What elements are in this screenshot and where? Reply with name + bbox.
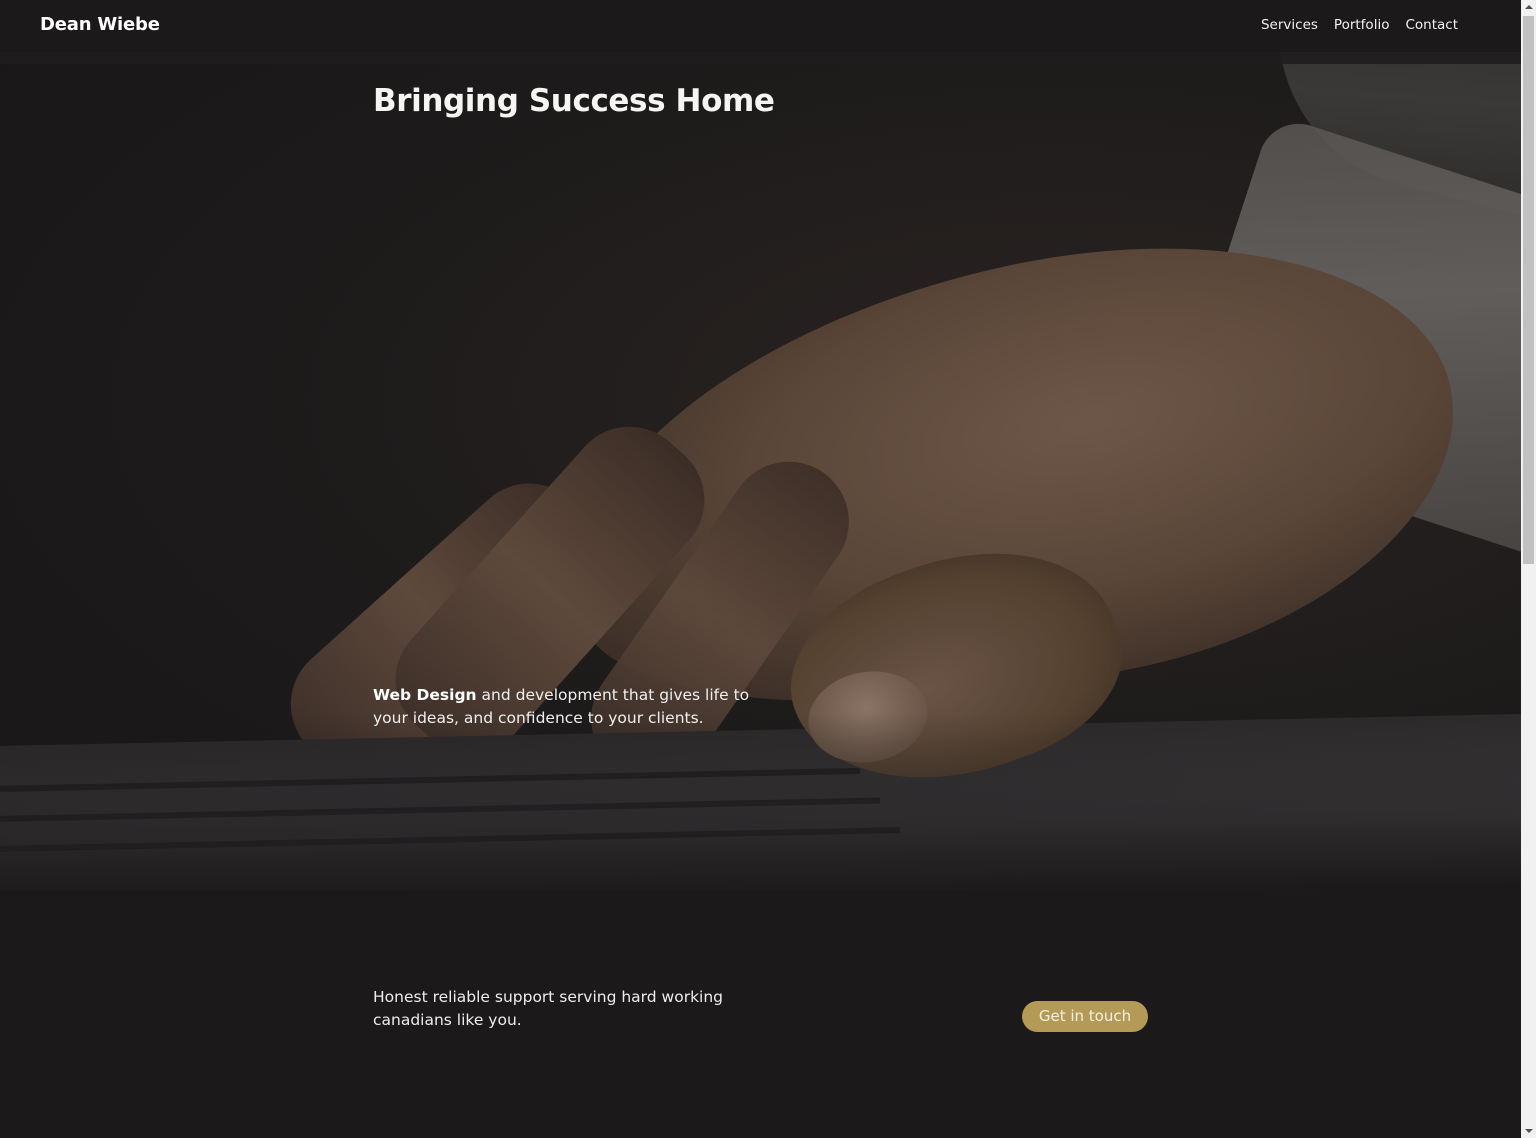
page: Dean Wiebe Services Portfolio Contact Br…	[0, 0, 1521, 1138]
hero-tagline: Web Design and development that gives li…	[373, 684, 763, 730]
cta-section: Honest reliable support serving hard wor…	[0, 890, 1521, 1138]
nav-services-link[interactable]: Services	[1261, 17, 1318, 33]
site-logo[interactable]: Dean Wiebe	[40, 14, 160, 35]
hero-background-image	[0, 0, 1521, 890]
hero-tagline-bold: Web Design	[373, 686, 477, 704]
hero-title: Bringing Success Home	[373, 83, 775, 119]
top-navbar: Dean Wiebe Services Portfolio Contact	[0, 0, 1521, 52]
scroll-down-arrow-icon[interactable]	[1521, 1124, 1536, 1138]
scroll-up-arrow-icon[interactable]	[1521, 0, 1536, 14]
cta-text: Honest reliable support serving hard wor…	[373, 988, 724, 1029]
navbar-divider	[0, 52, 1521, 64]
main-nav: Services Portfolio Contact	[1261, 17, 1458, 33]
hero-overlay	[0, 0, 1521, 890]
scrollbar-thumb[interactable]	[1523, 16, 1534, 564]
page-scrollbar[interactable]	[1521, 0, 1536, 1138]
nav-contact-link[interactable]: Contact	[1405, 17, 1458, 33]
get-in-touch-button[interactable]: Get in touch	[1022, 1001, 1148, 1032]
nav-portfolio-link[interactable]: Portfolio	[1334, 17, 1390, 33]
